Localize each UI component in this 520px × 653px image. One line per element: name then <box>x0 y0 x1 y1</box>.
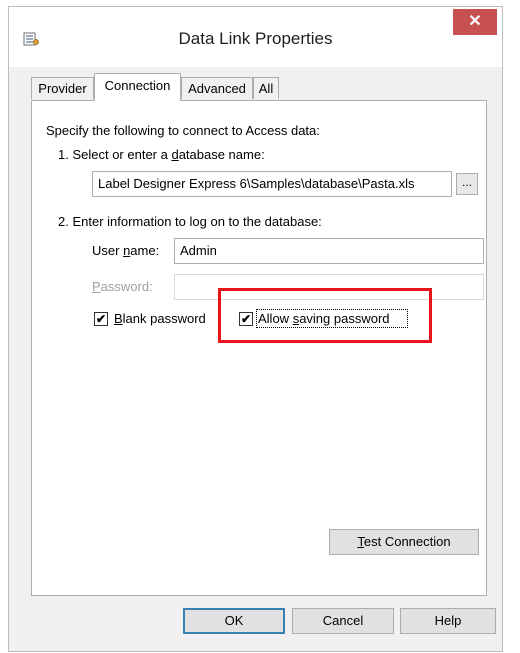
connection-panel: Specify the following to connect to Acce… <box>31 100 487 596</box>
ok-button[interactable]: OK <box>183 608 285 634</box>
tab-provider[interactable]: Provider <box>31 77 94 99</box>
browse-button[interactable]: ... <box>456 173 478 195</box>
annotation-highlight-box <box>218 288 432 343</box>
intro-text: Specify the following to connect to Acce… <box>46 123 320 138</box>
database-name-field[interactable]: Label Designer Express 6\Samples\databas… <box>92 171 452 197</box>
close-button[interactable]: ✕ <box>453 9 497 35</box>
blank-password-label: Blank password <box>114 311 206 326</box>
close-icon: ✕ <box>468 13 482 30</box>
help-button[interactable]: Help <box>400 608 496 634</box>
tab-advanced[interactable]: Advanced <box>181 77 253 99</box>
title-bar: Data Link Properties ✕ <box>9 7 502 67</box>
logon-info-label: 2. Enter information to log on to the da… <box>58 214 322 229</box>
window-title: Data Link Properties <box>178 29 333 48</box>
database-name-label: 1. Select or enter a database name: <box>58 147 265 162</box>
tab-all[interactable]: All <box>253 77 279 99</box>
username-label: User name: <box>92 243 160 258</box>
password-label: Password: <box>92 279 153 294</box>
username-field[interactable]: Admin <box>174 238 484 264</box>
tab-connection[interactable]: Connection <box>94 73 181 101</box>
test-connection-button[interactable]: Test Connection <box>329 529 479 555</box>
cancel-button[interactable]: Cancel <box>292 608 394 634</box>
blank-password-checkbox[interactable]: ✔ <box>94 312 108 326</box>
